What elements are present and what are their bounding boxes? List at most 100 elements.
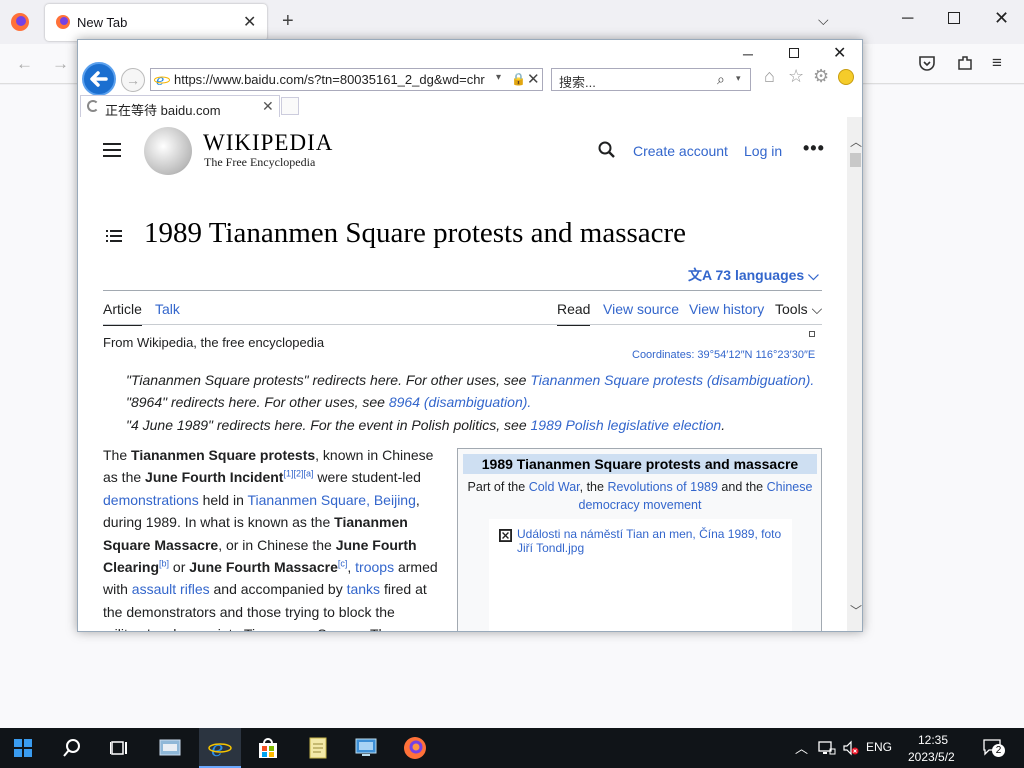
list-all-tabs-button[interactable]: ⌵	[818, 12, 829, 29]
tab-article[interactable]: Article	[103, 301, 142, 326]
stop-icon[interactable]: ✕	[527, 70, 540, 88]
address-url[interactable]: https://www.baidu.com/s?tn=80035161_2_dg…	[174, 72, 489, 87]
ie-forward-button[interactable]: →	[121, 68, 145, 92]
clock-date[interactable]: 2023/5/2	[908, 750, 955, 764]
gear-icon[interactable]: ⚙	[813, 66, 829, 87]
firefox-tab-new-tab[interactable]: New Tab ✕	[45, 4, 267, 41]
volume-muted-icon[interactable]	[842, 740, 860, 756]
create-account-link[interactable]: Create account	[633, 143, 728, 159]
home-icon[interactable]: ⌂	[764, 66, 775, 87]
broken-image-icon	[809, 331, 815, 337]
close-window-button[interactable]: ✕	[994, 8, 1009, 29]
search-dropdown-icon[interactable]: ▾	[736, 73, 741, 84]
tab-view-history[interactable]: View history	[689, 301, 764, 317]
link-tanks[interactable]: tanks	[347, 581, 380, 597]
scroll-down-icon[interactable]: ﹀	[850, 602, 862, 619]
wikipedia-page: WIKIPEDIA The Free Encyclopedia Create a…	[78, 117, 847, 631]
ie-address-bar[interactable]: e https://www.baidu.com/s?tn=80035161_2_…	[150, 68, 543, 91]
ie-back-button[interactable]	[82, 62, 116, 96]
link-tiananmen-square[interactable]: Tiananmen Square	[248, 492, 367, 508]
infobox-image[interactable]: Události na náměstí Tian an men, Čína 19…	[489, 519, 792, 631]
image-alt-text[interactable]: Události na náměstí Tian an men, Čína 19…	[517, 527, 787, 555]
network-icon[interactable]	[818, 740, 836, 756]
ie-maximize-button[interactable]	[789, 48, 799, 58]
ie-tab-close-icon[interactable]: ✕	[262, 98, 274, 115]
notifications-button[interactable]: 2	[983, 738, 1005, 757]
firefox-icon[interactable]	[403, 736, 427, 760]
languages-label: 73 languages	[715, 267, 805, 283]
minimize-button[interactable]: ─	[902, 10, 913, 28]
link-cold-war[interactable]: Cold War	[529, 480, 580, 494]
control-panel-icon[interactable]	[158, 736, 182, 760]
firefox-logo-icon[interactable]	[10, 12, 30, 32]
wikipedia-wordmark[interactable]: WIKIPEDIA	[203, 130, 333, 156]
firefox-tab-title: New Tab	[77, 15, 128, 30]
maximize-button[interactable]	[948, 12, 960, 24]
ie-minimize-button[interactable]: ─	[743, 46, 753, 62]
feedback-smiley-icon[interactable]	[838, 69, 854, 85]
scroll-up-icon[interactable]: ︿	[850, 133, 862, 150]
ie-tab-baidu[interactable]: 正在等待 baidu.com ✕	[80, 95, 280, 118]
tab-read[interactable]: Read	[557, 301, 591, 326]
input-language-indicator[interactable]: ENG	[866, 740, 892, 754]
notification-count-badge: 2	[992, 744, 1005, 757]
log-in-link[interactable]: Log in	[744, 143, 782, 159]
address-dropdown-icon[interactable]: ▾	[496, 72, 501, 83]
vertical-scrollbar[interactable]: ︿ ﹀	[847, 117, 862, 631]
lock-icon[interactable]: 🔒	[511, 72, 526, 86]
search-icon[interactable]	[598, 141, 616, 159]
tab-talk[interactable]: Talk	[155, 301, 180, 317]
loading-spinner-icon	[87, 100, 99, 112]
forward-button[interactable]: →	[52, 54, 69, 74]
pocket-icon[interactable]	[918, 54, 936, 72]
reference-link[interactable]: [1][2][a]	[283, 469, 313, 479]
reference-link[interactable]: [b]	[159, 558, 169, 568]
scroll-thumb[interactable]	[850, 153, 861, 167]
close-tab-icon[interactable]: ✕	[243, 12, 256, 32]
more-options-icon[interactable]: •••	[803, 138, 825, 159]
ie-new-tab-button[interactable]	[281, 97, 299, 115]
main-menu-icon[interactable]	[103, 143, 121, 157]
tools-dropdown[interactable]: Tools ⌵	[775, 301, 822, 318]
infobox-part-of: Part of the Cold War, the Revolutions of…	[467, 480, 813, 512]
link-demonstrations[interactable]: demonstrations	[103, 492, 199, 508]
languages-button[interactable]: 文A 73 languages ⌵	[688, 265, 819, 285]
task-view-icon[interactable]	[110, 739, 128, 757]
extensions-icon[interactable]	[956, 54, 974, 72]
store-icon[interactable]	[256, 736, 280, 760]
clock-time[interactable]: 12:35	[918, 733, 948, 747]
ie-search-box[interactable]: 搜索... ⌕ ▾	[551, 68, 751, 91]
search-icon[interactable]: ⌕	[717, 71, 725, 88]
broken-image-icon	[499, 529, 512, 542]
title-divider	[103, 290, 822, 291]
taskbar-ie-active[interactable]: e	[199, 728, 241, 768]
favorites-star-icon[interactable]: ☆	[788, 66, 804, 87]
new-tab-button[interactable]: +	[282, 10, 294, 33]
hatnote-link[interactable]: 1989 Polish legislative election	[531, 417, 722, 433]
search-placeholder: 搜索...	[559, 75, 596, 90]
chevron-down-icon: ⌵	[808, 267, 819, 283]
wikipedia-globe-logo[interactable]	[144, 127, 192, 175]
article-lead-paragraph: The Tiananmen Square protests, known in …	[103, 447, 438, 631]
hatnote-link[interactable]: Tiananmen Square protests (disambiguatio…	[530, 372, 810, 388]
tray-overflow-icon[interactable]: ︿	[795, 738, 808, 757]
app-menu-button[interactable]: ≡	[992, 53, 1002, 73]
start-windows-icon[interactable]	[14, 739, 32, 757]
chevron-down-icon: ⌵	[811, 301, 823, 317]
link-assault-rifles[interactable]: assault rifles	[132, 581, 210, 597]
link-troops[interactable]: troops	[355, 559, 394, 575]
hatnote-link[interactable]: 8964 (disambiguation)	[389, 394, 528, 410]
remote-desktop-icon[interactable]	[354, 736, 378, 760]
reference-link[interactable]: [c]	[338, 558, 348, 568]
back-button[interactable]: ←	[16, 54, 33, 74]
notepad-icon[interactable]	[306, 736, 330, 760]
tab-view-source[interactable]: View source	[603, 301, 679, 317]
back-arrow-icon	[90, 71, 108, 87]
search-icon[interactable]	[62, 738, 82, 758]
internet-explorer-icon: e	[208, 737, 232, 760]
ie-close-button[interactable]: ✕	[833, 43, 846, 63]
coordinates-link[interactable]: Coordinates: 39°54′12″N 116°23′30″E	[632, 349, 815, 361]
link-revolutions-1989[interactable]: Revolutions of 1989	[607, 480, 718, 494]
link-beijing[interactable]: Beijing	[374, 492, 416, 508]
table-of-contents-icon[interactable]	[106, 229, 122, 243]
